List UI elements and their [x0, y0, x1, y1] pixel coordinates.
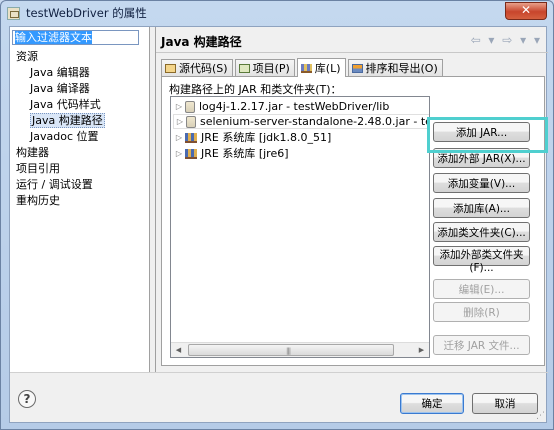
library-label: log4j-1.2.17.jar - testWebDriver/lib	[199, 100, 390, 113]
library-row[interactable]: ▷ JRE 系统库 [jre6]	[173, 146, 289, 161]
tab-label: 库(L)	[314, 61, 341, 75]
expand-icon[interactable]: ▷	[173, 146, 185, 161]
window-title: testWebDriver 的属性	[26, 6, 147, 20]
scroll-thumb[interactable]: |||	[188, 344, 394, 356]
tab-bar: 源代码(S) 项目(P) 库(L) 排序和导出(O)	[161, 58, 445, 77]
jre-library-icon	[185, 132, 197, 143]
migrate-jar-button[interactable]: 迁移 JAR 文件...	[433, 335, 530, 355]
library-row[interactable]: ▷ log4j-1.2.17.jar - testWebDriver/lib	[173, 99, 389, 114]
nav-item[interactable]: Javadoc 位置	[10, 129, 150, 145]
build-path-page: Java 构建路径 ⇦ ▾ ⇨ ▾ ▾ 源代码(S) 项目(P) 库(L) 排序和导出…	[156, 27, 548, 372]
jar-icon	[186, 115, 196, 128]
tab-label: 排序和导出(O)	[365, 61, 438, 75]
nav-item-label: 项目引用	[16, 162, 60, 175]
nav-item[interactable]: Java 代码样式	[10, 97, 150, 113]
title-bar: testWebDriver 的属性 ✕	[1, 1, 553, 25]
tab-label: 源代码(S)	[179, 61, 228, 75]
nav-item[interactable]: Java 构建路径	[10, 113, 150, 129]
order-export-icon	[351, 63, 363, 73]
divider	[156, 52, 548, 53]
nav-item[interactable]: Java 编辑器	[10, 65, 150, 81]
expand-icon[interactable]: ▷	[173, 130, 185, 145]
library-row[interactable]: ▷ selenium-server-standalone-2.48.0.jar -…	[173, 114, 429, 129]
add-external-class-folder-button[interactable]: 添加外部类文件夹(F)...	[433, 246, 530, 274]
nav-item-label: Java 编译器	[30, 82, 90, 95]
nav-item-label: Java 编辑器	[30, 66, 90, 79]
history-nav-icons[interactable]: ⇦ ▾ ⇨ ▾ ▾	[471, 33, 542, 47]
tab-1[interactable]: 项目(P)	[234, 59, 295, 76]
library-label: JRE 系统库 [jre6]	[201, 147, 289, 160]
tab-3[interactable]: 排序和导出(O)	[347, 59, 443, 76]
close-button[interactable]: ✕	[505, 2, 547, 20]
filter-text: 输入过滤器文本	[15, 31, 92, 44]
build-path-label: 构建路径上的 JAR 和类文件夹(T)：	[169, 83, 342, 96]
dialog-client: 输入过滤器文本 资源 Java 编辑器 Java 编译器 Java 代码样式 Java …	[9, 26, 548, 423]
add-library-button[interactable]: 添加库(A)...	[433, 198, 530, 218]
tab-2[interactable]: 库(L)	[296, 58, 346, 77]
nav-item[interactable]: 资源	[10, 49, 150, 65]
nav-item-label: 构建器	[16, 146, 49, 159]
project-icon	[238, 63, 250, 73]
jre-library-icon	[185, 148, 197, 159]
nav-tree: 资源 Java 编辑器 Java 编译器 Java 代码样式 Java 构建路径 Java…	[10, 49, 150, 209]
nav-item-label: Javadoc 位置	[30, 130, 99, 143]
tab-0[interactable]: 源代码(S)	[161, 59, 233, 76]
highlight-annotation	[427, 117, 548, 153]
nav-item[interactable]: 项目引用	[10, 161, 150, 177]
libraries-tab-pane: 构建路径上的 JAR 和类文件夹(T)： ▷ JRE 系统库 [jre6] ▷ JRE…	[161, 76, 548, 366]
nav-item[interactable]: 重构历史	[10, 193, 150, 209]
library-label: JRE 系统库 [jdk1.8.0_51]	[201, 131, 332, 144]
filter-input[interactable]: 输入过滤器文本	[12, 30, 139, 45]
source-folder-icon	[165, 63, 176, 73]
remove-button[interactable]: 删除(R)	[433, 302, 530, 322]
nav-item-label: 资源	[16, 50, 38, 63]
add-variable-button[interactable]: 添加变量(V)...	[433, 173, 530, 193]
properties-window: testWebDriver 的属性 ✕ 输入过滤器文本 资源 Java 编辑器 Ja…	[0, 0, 554, 430]
expand-icon[interactable]: ▷	[174, 114, 186, 129]
edit-button[interactable]: 编辑(E)...	[433, 279, 530, 299]
page-title: Java 构建路径	[161, 35, 242, 49]
nav-item[interactable]: 运行 / 调试设置	[10, 177, 150, 193]
expand-icon[interactable]: ▷	[173, 99, 185, 114]
tab-label: 项目(P)	[252, 61, 290, 75]
cancel-button[interactable]: 取消	[472, 393, 538, 414]
nav-item-label: 重构历史	[16, 194, 60, 207]
nav-item-label: Java 代码样式	[30, 98, 101, 111]
jar-icon	[185, 100, 195, 113]
preferences-sidebar: 输入过滤器文本 资源 Java 编辑器 Java 编译器 Java 代码样式 Java …	[10, 27, 150, 372]
scroll-left-icon[interactable]: ◀	[171, 343, 186, 357]
divider	[10, 372, 548, 373]
help-icon[interactable]: ?	[18, 390, 36, 408]
library-label: selenium-server-standalone-2.48.0.jar - …	[200, 115, 429, 128]
add-class-folder-button[interactable]: 添加类文件夹(C)...	[433, 222, 530, 242]
nav-item[interactable]: Java 编译器	[10, 81, 150, 97]
nav-item-label: 运行 / 调试设置	[16, 178, 93, 191]
nav-item[interactable]: 构建器	[10, 145, 150, 161]
grip-icon: |||	[286, 347, 291, 355]
library-row[interactable]: ▷ JRE 系统库 [jdk1.8.0_51]	[173, 130, 331, 145]
resize-grip-icon[interactable]: ⋰	[536, 411, 545, 421]
library-icon	[300, 63, 312, 73]
library-tree[interactable]: ▷ JRE 系统库 [jre6] ▷ JRE 系统库 [jdk1.8.0_51] ▷ se…	[170, 96, 430, 358]
scroll-right-icon[interactable]: ▶	[414, 343, 429, 357]
nav-item-label: Java 构建路径	[30, 113, 105, 128]
ok-button[interactable]: 确定	[400, 393, 464, 414]
window-icon	[7, 6, 20, 20]
horizontal-scrollbar[interactable]: ◀ ||| ▶	[171, 342, 429, 357]
